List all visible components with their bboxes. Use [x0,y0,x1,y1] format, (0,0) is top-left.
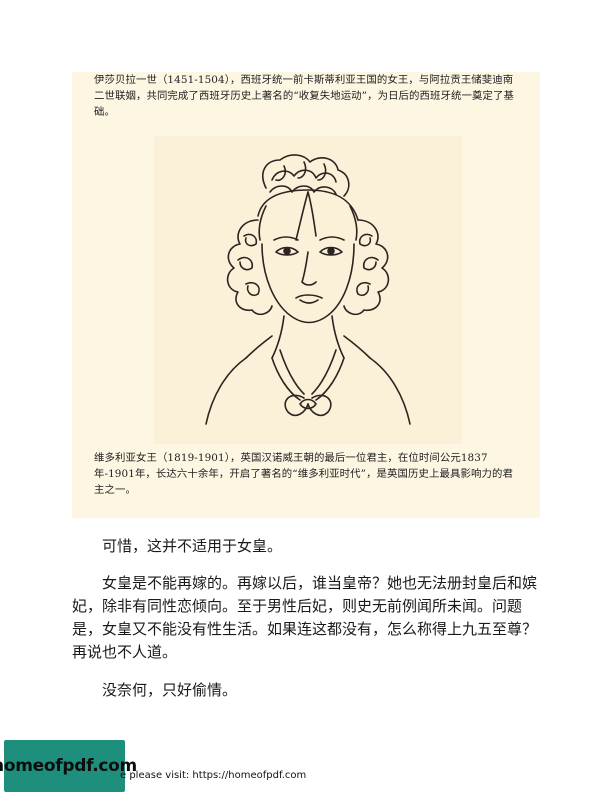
footer-link-text[interactable]: e please visit: https://homeofpdf.com [120,770,306,781]
body-paragraph-2: 女皇是不能再嫁的。再嫁以后，谁当皇帝？她也无法册封皇后和嫔妃，除非有同性恋倾向。… [72,574,538,661]
caption-isabella: 伊莎贝拉一世（1451-1504），西班牙统一前卡斯蒂利亚王国的女王，与阿拉贡王… [94,74,514,118]
caption-victoria: 维多利亚女王（1819-1901），英国汉诺威王朝的最后一位君主，在位时间公元1… [94,452,513,496]
site-logo-text: homeofpdf.com [0,756,137,776]
body-paragraph-3: 没奈何，只好偷情。 [102,681,238,699]
body-paragraph-1: 可惜，这并不适用于女皇。 [102,537,283,555]
portrait-illustration-victoria [154,136,462,444]
site-logo[interactable]: homeofpdf.com [0,740,137,792]
illustration-panel: 伊莎贝拉一世（1451-1504），西班牙统一前卡斯蒂利亚王国的女王，与阿拉贡王… [72,72,540,518]
